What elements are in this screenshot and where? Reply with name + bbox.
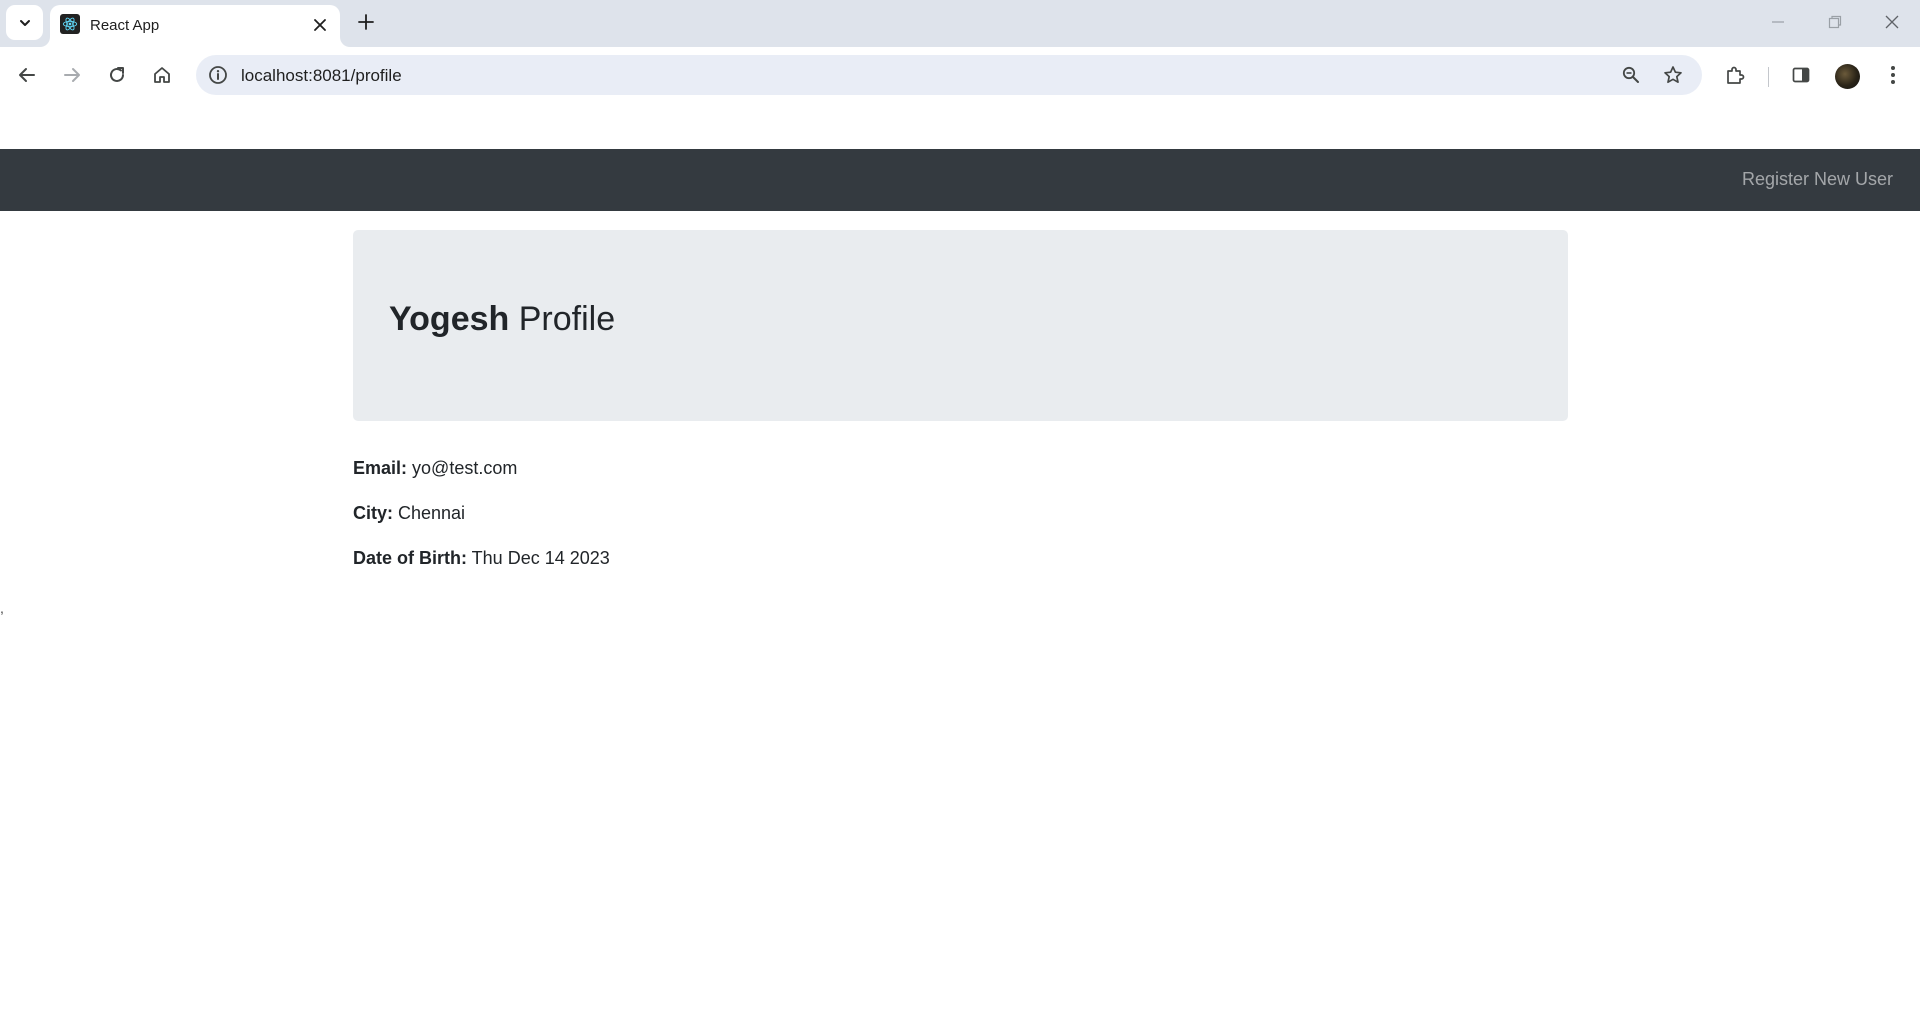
plus-icon bbox=[358, 14, 374, 30]
zoom-icon[interactable] bbox=[1618, 62, 1644, 88]
city-value: Chennai bbox=[393, 503, 466, 523]
close-icon bbox=[1885, 15, 1898, 29]
date-of-birth-row: Date of Birth: Thu Dec 14 2023 bbox=[353, 548, 610, 593]
chevron-down-icon bbox=[19, 19, 30, 26]
city-label: City: bbox=[353, 503, 393, 523]
arrow-left-icon bbox=[19, 68, 35, 82]
restore-button[interactable] bbox=[1806, 0, 1863, 44]
new-tab-button[interactable] bbox=[352, 8, 380, 36]
profile-header-banner: Yogesh Profile bbox=[353, 230, 1568, 421]
profile-title-suffix: Profile bbox=[509, 300, 616, 338]
site-info-icon[interactable] bbox=[204, 61, 232, 89]
minimize-button[interactable] bbox=[1749, 0, 1806, 44]
side-panel-icon bbox=[1792, 67, 1810, 83]
profile-details: Email: yo@test.com City: Chennai Date of… bbox=[353, 458, 610, 593]
email-value: yo@test.com bbox=[407, 458, 518, 478]
register-new-user-link[interactable]: Register New User bbox=[1742, 169, 1893, 190]
reload-icon bbox=[110, 67, 124, 82]
minimize-icon bbox=[1771, 21, 1784, 23]
app-navbar: Register New User bbox=[0, 149, 1920, 211]
city-row: City: Chennai bbox=[353, 503, 610, 548]
email-label: Email: bbox=[353, 458, 408, 478]
tab-search-button[interactable] bbox=[6, 5, 43, 40]
browser-menu-button[interactable] bbox=[1878, 60, 1908, 90]
browser-toolbar: localhost:8081/profile bbox=[0, 47, 1920, 107]
home-button[interactable] bbox=[147, 60, 177, 90]
forward-button[interactable] bbox=[57, 60, 87, 90]
email-row: Email: yo@test.com bbox=[353, 458, 610, 503]
browser-tab-strip: React App bbox=[0, 0, 1920, 47]
window-controls bbox=[1749, 0, 1920, 47]
address-url: localhost:8081/profile bbox=[241, 66, 402, 85]
puzzle-icon bbox=[1727, 66, 1745, 84]
back-button[interactable] bbox=[12, 60, 42, 90]
extensions-button[interactable] bbox=[1720, 60, 1750, 90]
close-icon bbox=[314, 19, 326, 31]
stray-comma: , bbox=[0, 600, 4, 616]
reload-button[interactable] bbox=[102, 60, 132, 90]
close-window-button[interactable] bbox=[1863, 0, 1920, 44]
page-title: Yogesh Profile bbox=[389, 300, 615, 339]
date-of-birth-label: Date of Birth: bbox=[353, 548, 467, 568]
address-bar[interactable]: localhost:8081/profile bbox=[196, 55, 1702, 95]
profile-name: Yogesh bbox=[389, 300, 510, 338]
more-vertical-icon bbox=[1891, 66, 1895, 84]
tab-close-button[interactable] bbox=[308, 13, 332, 37]
toolbar-divider bbox=[1768, 67, 1769, 87]
date-of-birth-value: Thu Dec 14 2023 bbox=[467, 548, 610, 568]
react-logo-icon bbox=[60, 14, 80, 34]
tab-title: React App bbox=[90, 17, 160, 34]
profile-avatar[interactable] bbox=[1835, 64, 1860, 89]
home-icon bbox=[154, 67, 170, 83]
bookmark-star-icon[interactable] bbox=[1660, 62, 1686, 88]
side-panel-button[interactable] bbox=[1786, 60, 1816, 90]
browser-tab-active[interactable]: React App bbox=[50, 5, 340, 47]
restore-icon bbox=[1828, 15, 1841, 29]
arrow-right-icon bbox=[64, 68, 80, 82]
